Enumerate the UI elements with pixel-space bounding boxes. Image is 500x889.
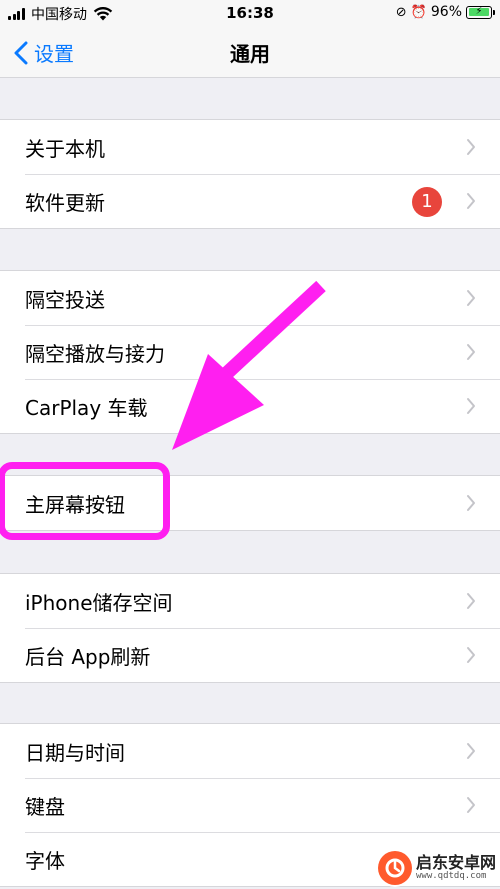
watermark-logo-icon — [377, 851, 412, 885]
battery-percent: 96% — [430, 4, 462, 20]
update-badge: 1 — [412, 187, 442, 217]
watermark-text: 启东安卓网 www.qdtdq.com — [416, 854, 496, 881]
row-keyboard[interactable]: 键盘 — [0, 778, 500, 832]
settings-group-airdrop: 隔空投送 隔空播放与接力 CarPlay 车载 — [0, 270, 500, 434]
row-date-time[interactable]: 日期与时间 — [0, 724, 500, 778]
orientation-lock-icon: ⊘ — [395, 4, 407, 20]
settings-group-about: 关于本机 软件更新 1 — [0, 119, 500, 229]
chevron-right-icon — [467, 139, 475, 155]
watermark-url: www.qdtdq.com — [415, 870, 487, 881]
chevron-right-icon — [467, 495, 475, 511]
row-label: iPhone储存空间 — [25, 590, 173, 615]
page-title: 通用 — [230, 42, 270, 66]
chevron-right-icon — [467, 743, 475, 759]
alarm-icon: ⏰ — [410, 4, 427, 20]
row-label: CarPlay 车载 — [25, 395, 148, 420]
row-label: 键盘 — [25, 794, 65, 819]
watermark: 启东安卓网 www.qdtdq.com — [377, 851, 496, 885]
chevron-right-icon — [467, 398, 475, 414]
row-airplay-handoff[interactable]: 隔空播放与接力 — [0, 325, 500, 379]
watermark-name: 启东安卓网 — [415, 853, 496, 873]
charging-bolt-icon: ⚡ — [475, 6, 483, 17]
navigation-bar: 设置 通用 — [0, 26, 500, 78]
battery-fill: ⚡ — [468, 6, 489, 17]
row-label: 隔空投送 — [25, 287, 105, 312]
row-label: 字体 — [25, 848, 65, 873]
settings-group-storage: iPhone储存空间 后台 App刷新 — [0, 573, 500, 683]
row-background-refresh[interactable]: 后台 App刷新 — [0, 628, 500, 682]
status-right: ⊘ ⏰ 96% ⚡ — [395, 4, 495, 20]
chevron-right-icon — [467, 797, 475, 813]
highlight-box — [0, 462, 170, 540]
chevron-right-icon — [467, 290, 475, 306]
row-about[interactable]: 关于本机 — [0, 120, 500, 174]
battery-icon: ⚡ — [466, 5, 495, 19]
chevron-right-icon — [467, 647, 475, 663]
chevron-right-icon — [467, 344, 475, 360]
row-label: 后台 App刷新 — [25, 644, 151, 669]
chevron-right-icon — [467, 593, 475, 609]
status-bar: 中国移动 16:38 ⊘ ⏰ 96% ⚡ — [0, 0, 500, 26]
row-label: 隔空播放与接力 — [25, 341, 165, 366]
chevron-right-icon — [467, 193, 475, 209]
row-software-update[interactable]: 软件更新 1 — [0, 174, 500, 228]
row-airdrop[interactable]: 隔空投送 — [0, 271, 500, 325]
row-label: 软件更新 — [25, 190, 105, 215]
row-carplay[interactable]: CarPlay 车载 — [0, 379, 500, 433]
row-iphone-storage[interactable]: iPhone储存空间 — [0, 574, 500, 628]
row-label: 日期与时间 — [25, 740, 125, 765]
row-label: 关于本机 — [25, 136, 105, 161]
